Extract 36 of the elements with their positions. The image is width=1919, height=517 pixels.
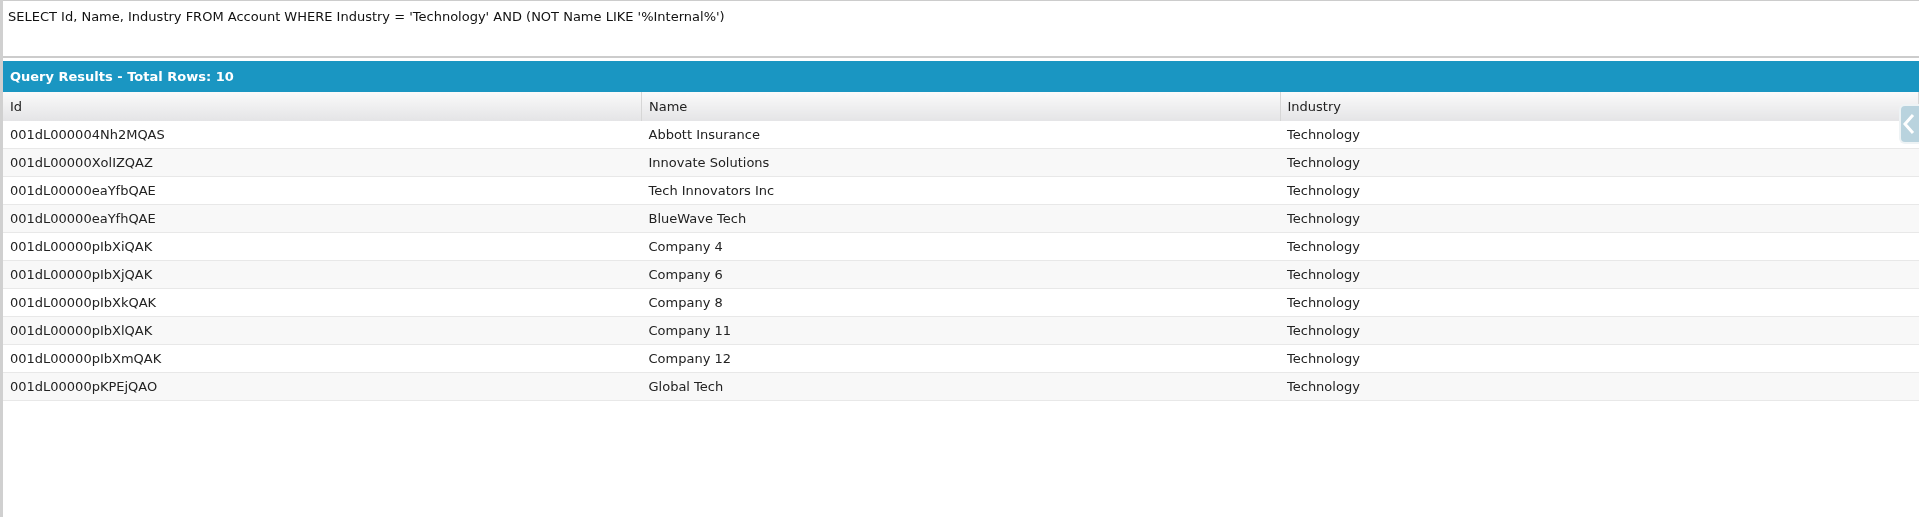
query-field[interactable]: SELECT Id, Name, Industry FROM Account WHERE Industry = 'Technology' AND (NOT Name LIKE '%Internal%') xyxy=(3,0,1919,58)
table-cell: 001dL00000eaYfhQAE xyxy=(3,204,642,233)
table-cell: Abbott Insurance xyxy=(641,121,1280,149)
table-cell: Technology xyxy=(1280,176,1919,205)
table-cell: Company 11 xyxy=(641,316,1280,345)
table-cell: Technology xyxy=(1280,344,1919,373)
table-cell: 001dL00000pIbXlQAK xyxy=(3,316,642,345)
table-cell: 001dL00000pIbXjQAK xyxy=(3,260,642,289)
table-cell: Technology xyxy=(1280,288,1919,317)
column-header[interactable]: Id xyxy=(3,92,642,121)
table-cell: 001dL00000pIbXkQAK xyxy=(3,288,642,317)
table-cell: Company 6 xyxy=(641,260,1280,289)
table-cell: Technology xyxy=(1280,232,1919,261)
column-header[interactable]: Name xyxy=(641,92,1280,121)
table-cell: Technology xyxy=(1280,148,1919,177)
table-cell: Company 4 xyxy=(641,232,1280,261)
table-cell: Tech Innovators Inc xyxy=(641,176,1280,205)
table-cell: BlueWave Tech xyxy=(641,204,1280,233)
table-cell: Global Tech xyxy=(641,372,1280,401)
table-cell: Company 12 xyxy=(641,344,1280,373)
table-cell: Technology xyxy=(1280,204,1919,233)
table-cell: 001dL000004Nh2MQAS xyxy=(3,121,642,149)
table-cell: 001dL00000pIbXiQAK xyxy=(3,232,642,261)
table-cell: 001dL00000pKPEjQAO xyxy=(3,372,642,401)
results-title: Query Results - Total Rows: 10 xyxy=(3,61,1919,92)
table-cell: Company 8 xyxy=(641,288,1280,317)
column-header[interactable]: Industry xyxy=(1280,92,1919,121)
table-cell: Technology xyxy=(1280,316,1919,345)
table-cell: 001dL00000eaYfbQAE xyxy=(3,176,642,205)
table-cell: Technology xyxy=(1280,372,1919,401)
table-cell: Technology xyxy=(1280,260,1919,289)
table-cell: Innovate Solutions xyxy=(641,148,1280,177)
table-cell: 001dL00000pIbXmQAK xyxy=(3,344,642,373)
table-cell: 001dL00000XolIZQAZ xyxy=(3,148,642,177)
chevron-left-icon xyxy=(1903,114,1915,134)
collapse-panel-button[interactable] xyxy=(1899,104,1919,144)
